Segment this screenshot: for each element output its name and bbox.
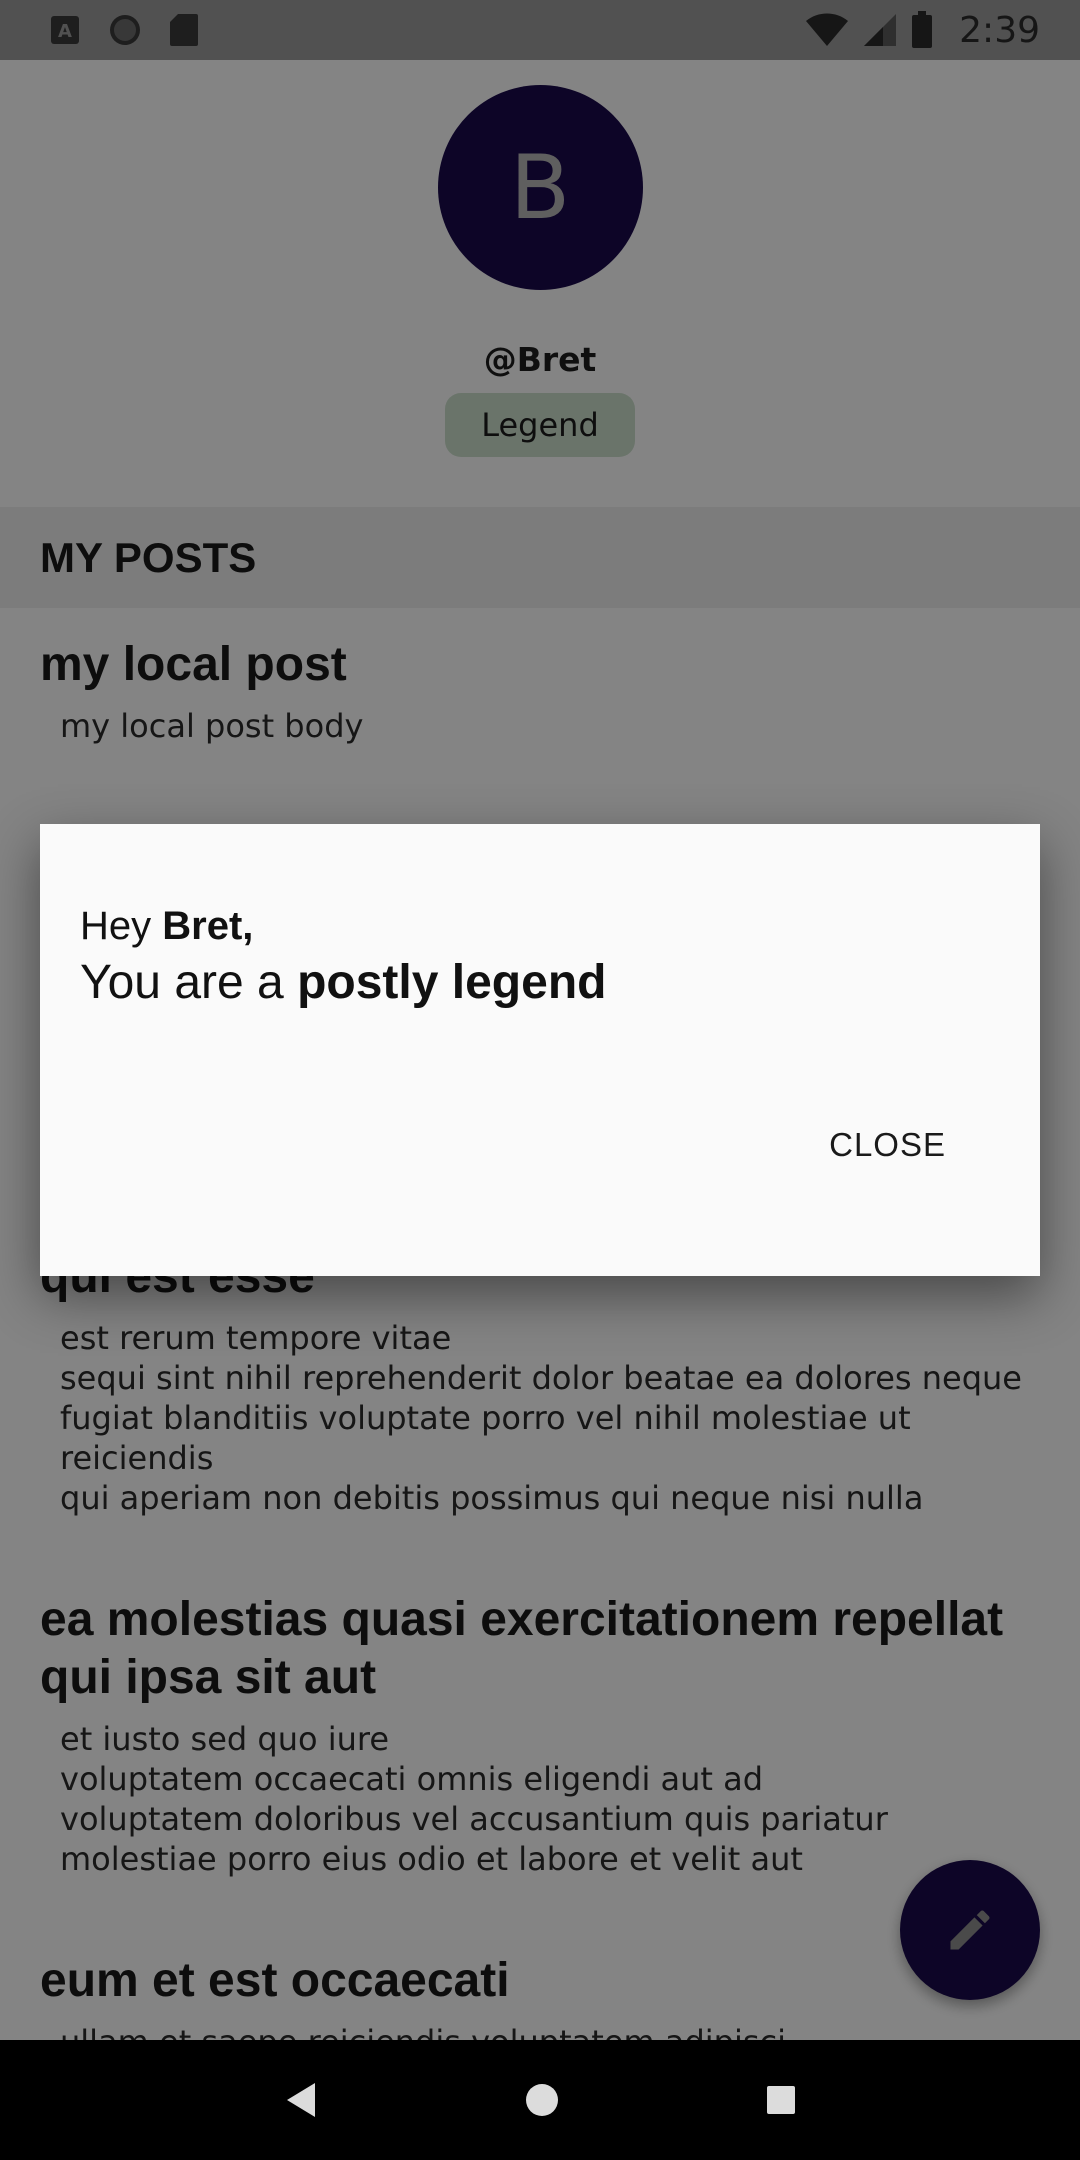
back-icon[interactable] xyxy=(283,2081,319,2119)
greeting-prefix: Hey xyxy=(80,904,163,948)
close-button[interactable]: CLOSE xyxy=(815,1116,960,1174)
message-prefix: You are a xyxy=(80,956,298,1009)
navigation-bar xyxy=(0,2040,1080,2160)
message-bold: postly legend xyxy=(297,956,607,1009)
greeting-name: Bret, xyxy=(162,904,254,948)
recents-icon[interactable] xyxy=(765,2084,797,2116)
home-icon[interactable] xyxy=(524,2082,560,2118)
dialog-greeting: Hey Bret, xyxy=(80,904,1000,949)
legend-dialog: Hey Bret, You are a postly legend CLOSE xyxy=(40,824,1040,1276)
dialog-message: You are a postly legend xyxy=(80,955,1000,1010)
